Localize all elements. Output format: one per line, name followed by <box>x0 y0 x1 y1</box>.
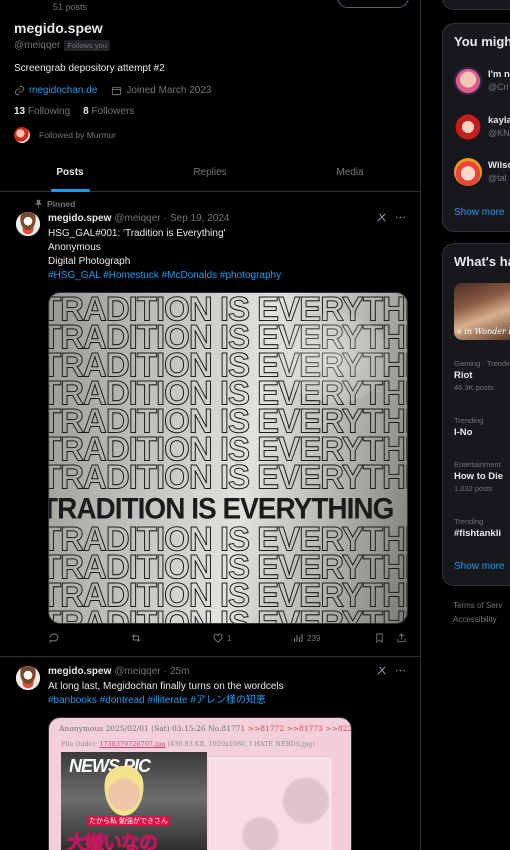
tweet-time[interactable]: 25m <box>170 666 189 677</box>
tweet-text: HSG_GAL#001: 'Tradition is Everything' A… <box>48 227 281 283</box>
grok-icon[interactable] <box>376 665 387 676</box>
tab-replies[interactable]: Replies <box>140 152 280 192</box>
profile-tabs: Posts Replies Media <box>0 152 420 192</box>
tweet-top-icons <box>376 212 406 223</box>
search-card-edge <box>442 0 510 10</box>
more-icon[interactable] <box>395 212 406 223</box>
trend-item[interactable]: Entertainment How to Die 1,032 posts <box>454 460 503 493</box>
share-button[interactable] <box>396 632 407 644</box>
link-icon <box>14 85 25 96</box>
tweet-line: Anonymous <box>48 242 101 253</box>
news-thumbnail[interactable]: e in Wonder l <box>454 283 510 340</box>
accessibility-link[interactable]: Accessibility <box>453 613 502 627</box>
imageboard-file-info: File (hide): 1738379726707.jpg (430.83 K… <box>61 740 315 748</box>
show-more-link[interactable]: Show more <box>454 561 505 572</box>
tweet-line: HSG_GAL#001: 'Tradition is Everything' <box>48 228 226 239</box>
who-to-follow-title: You might like <box>454 34 510 49</box>
tweet-time[interactable]: Sep 19, 2024 <box>170 213 230 224</box>
avatar[interactable] <box>454 113 482 141</box>
tweet-hashtags[interactable]: #HSG_GAL #Homestuck #McDonalds #photogra… <box>48 269 281 283</box>
repost-icon <box>131 634 141 642</box>
whats-happening-card: What's happening e in Wonder l Gaming · … <box>442 243 510 586</box>
tweet-header: megido.spew @meiqqer · 25m <box>48 666 190 677</box>
divider <box>0 656 420 657</box>
tab-posts[interactable]: Posts <box>0 152 140 192</box>
bookmark-icon <box>376 633 383 644</box>
more-icon[interactable] <box>395 665 406 676</box>
reply-button[interactable] <box>48 632 63 644</box>
news-screenshot: NEWS PIC たから私 勉強ができさん 大嫌いなの <box>61 752 207 850</box>
view-count: 239 <box>307 633 321 643</box>
repost-button[interactable] <box>130 632 145 644</box>
tweet-line: At long last, Megidochan finally turns o… <box>48 681 284 692</box>
whats-happening-title: What's happening <box>454 254 510 269</box>
imageboard-post-header: Anonymous 2025/02/01 (Sat) 03:15:26 No.8… <box>59 724 352 733</box>
profile-action-button[interactable] <box>337 0 409 8</box>
pin-icon <box>34 199 43 209</box>
terms-link[interactable]: Terms of Serv <box>453 599 502 613</box>
followers-link[interactable]: 8 Followers <box>83 106 134 117</box>
profile-display-name: megido.spew <box>14 20 103 36</box>
tweet-author-name[interactable]: megido.spew <box>48 213 111 224</box>
posts-count: 51 posts <box>53 2 88 12</box>
like-count: 1 <box>227 633 232 643</box>
followed-by-text: Followed by Murmur <box>39 130 116 140</box>
profile-handle: @meiqqer <box>14 40 61 51</box>
views-button[interactable]: 239 <box>292 632 320 644</box>
profile-joined-date: Joined March 2023 <box>126 85 212 96</box>
reply-icon <box>49 633 59 644</box>
suggestion-item[interactable]: I'm n @Cri <box>454 67 510 97</box>
trend-item[interactable]: Trending I-No <box>454 416 483 438</box>
tweet-image[interactable]: TRADITION IS EVERYTHING TRADITION IS EVE… <box>48 292 408 624</box>
sidebar-footer: Terms of Serv Accessibility <box>453 599 502 627</box>
tweet-author-handle: @meiqqer <box>114 213 161 224</box>
tweet-author-handle: @meiqqer <box>114 666 161 677</box>
who-to-follow-card: You might like I'm n @Cri kayla @KN Wils… <box>442 23 510 232</box>
avatar[interactable] <box>16 666 40 690</box>
analytics-icon <box>293 634 303 642</box>
tweet-hashtags[interactable]: #banbooks #dontread #illiterate #アレン様の知恵 <box>48 694 284 708</box>
pinned-label: Pinned <box>34 199 75 209</box>
tweet-image[interactable]: Anonymous 2025/02/01 (Sat) 03:15:26 No.8… <box>48 717 352 850</box>
avatar[interactable] <box>16 212 40 236</box>
like-button[interactable]: 1 <box>212 632 231 644</box>
suggestion-item[interactable]: kayla @KN <box>454 113 510 143</box>
calendar-icon <box>111 85 122 96</box>
avatar[interactable] <box>454 158 482 186</box>
profile-meta: megidochan.de Joined March 2023 <box>14 85 211 96</box>
profile-column: 51 posts megido.spew @meiqqer Follows yo… <box>0 0 421 850</box>
follows-you-badge: Follows you <box>64 40 110 51</box>
profile-bio: Screengrab depository attempt #2 <box>14 63 165 74</box>
following-link[interactable]: 13 Following <box>14 106 70 117</box>
bookmark-button[interactable] <box>374 632 385 644</box>
trend-item[interactable]: Trending #fishtankli <box>454 517 501 539</box>
tab-media[interactable]: Media <box>280 152 420 192</box>
show-more-link[interactable]: Show more <box>454 207 505 218</box>
profile-handle-row: @meiqqer Follows you <box>14 40 110 51</box>
follow-stats: 13 Following 8 Followers <box>14 106 134 117</box>
trend-item[interactable]: Gaming · Trending Riot 46.3K posts <box>454 359 510 392</box>
profile-website-link[interactable]: megidochan.de <box>29 85 97 96</box>
share-icon <box>397 633 406 643</box>
suggestion-item[interactable]: Wilso @tal <box>454 158 510 188</box>
avatar[interactable] <box>454 67 482 95</box>
tweet-top-icons <box>376 665 406 676</box>
right-sidebar: You might like I'm n @Cri kayla @KN Wils… <box>442 0 510 850</box>
followed-by-row[interactable]: Followed by Murmur <box>14 127 116 143</box>
heart-icon <box>213 633 223 643</box>
tweet-author-name[interactable]: megido.spew <box>48 666 111 677</box>
grok-icon[interactable] <box>376 212 387 223</box>
tweet-line: Digital Photograph <box>48 256 131 267</box>
active-tab-indicator <box>51 189 90 192</box>
tweet-header: megido.spew @meiqqer · Sep 19, 2024 <box>48 213 230 224</box>
avatar <box>14 127 30 143</box>
tweet-text: At long last, Megidochan finally turns o… <box>48 680 284 708</box>
